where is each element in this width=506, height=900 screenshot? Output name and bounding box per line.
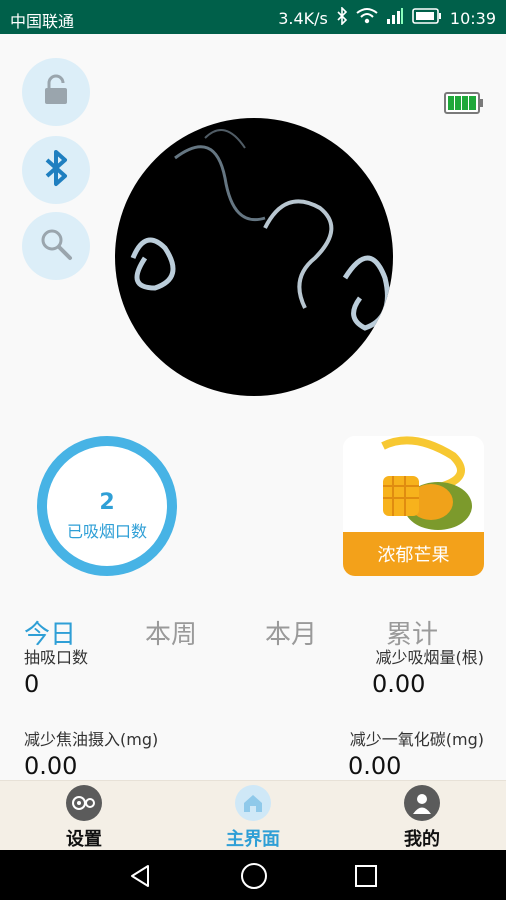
recents-icon[interactable]: [354, 864, 378, 892]
wifi-icon: [356, 7, 378, 29]
co-reduced-label: 减少一氧化碳(mg): [349, 730, 484, 749]
mango-image: [343, 436, 484, 532]
co-reduced-value: 0.00: [348, 752, 402, 780]
flavor-name: 浓郁芒果: [343, 532, 484, 576]
nav-profile[interactable]: 我的: [362, 781, 482, 851]
signal-icon: [386, 7, 404, 29]
search-icon: [39, 227, 73, 265]
flavor-card[interactable]: 浓郁芒果: [343, 436, 484, 576]
battery-icon: [412, 8, 442, 28]
lock-icon: [41, 74, 71, 110]
clock: 10:39: [449, 8, 496, 28]
home-button-icon[interactable]: [240, 862, 268, 894]
gear-icon: [66, 785, 102, 821]
device-battery-icon: [444, 92, 484, 114]
status-bar: 中国联通 3.4K/s 10:39: [0, 0, 506, 34]
smoke-image: [115, 118, 393, 396]
search-button[interactable]: [22, 212, 90, 280]
nav-home[interactable]: 主界面: [193, 781, 313, 851]
nav-home-label: 主界面: [226, 829, 280, 850]
nav-profile-label: 我的: [404, 829, 440, 850]
bluetooth-icon: [336, 6, 348, 29]
cigs-reduced-label: 减少吸烟量(根): [375, 648, 485, 667]
tar-reduced-value: 0.00: [24, 752, 78, 780]
tar-reduced-label: 减少焦油摄入(mg): [24, 730, 159, 749]
bottom-nav: 设置 主界面 我的: [0, 780, 506, 851]
puffs-value: 0: [24, 670, 40, 698]
lock-button[interactable]: [22, 58, 90, 126]
user-icon: [404, 785, 440, 821]
cigs-reduced-value: 0.00: [372, 670, 426, 698]
network-speed: 3.4K/s: [278, 8, 328, 28]
puff-count-label: 已吸烟口数: [66, 522, 147, 541]
tab-month[interactable]: 本月: [265, 614, 317, 651]
bluetooth-button[interactable]: [22, 136, 90, 204]
carrier-name: 中国联通: [10, 12, 75, 31]
bluetooth-icon: [44, 149, 68, 191]
tab-week[interactable]: 本周: [145, 614, 197, 651]
puff-counter: 2 已吸烟口数: [37, 436, 177, 576]
back-icon[interactable]: [128, 863, 154, 893]
nav-settings-label: 设置: [66, 829, 102, 850]
home-icon: [235, 785, 271, 821]
nav-settings[interactable]: 设置: [24, 781, 144, 851]
puffs-label: 抽吸口数: [24, 648, 89, 667]
puff-count: 2: [99, 490, 115, 515]
main-content: 2 已吸烟口数 浓郁芒果 今日 本周 本月 累计 抽吸口数 0 减少吸烟量(根)…: [0, 34, 506, 780]
system-nav-bar: [0, 850, 506, 900]
